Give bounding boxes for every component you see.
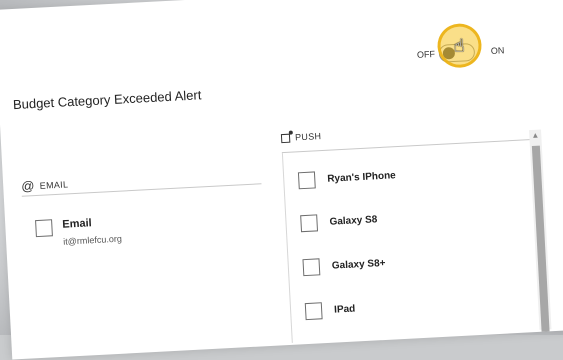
device-label: Ryan's IPhone	[327, 170, 397, 185]
push-device-item: IPad	[304, 301, 356, 321]
push-notification-icon	[280, 133, 291, 143]
email-section-header: @ EMAIL	[20, 176, 69, 194]
device-checkbox[interactable]	[302, 258, 321, 277]
push-device-item: Galaxy S8+	[302, 255, 386, 277]
device-label: Galaxy S8+	[331, 257, 386, 272]
push-section-header: PUSH	[280, 131, 322, 143]
device-checkbox[interactable]	[304, 302, 323, 321]
push-device-item: Ryan's IPhone	[297, 167, 397, 190]
toggle-off-label: OFF	[416, 48, 436, 60]
alert-title: Budget Category Exceeded Alert	[12, 87, 202, 113]
hand-pointer-cursor-icon: ☝	[452, 35, 465, 56]
at-sign-icon: @	[20, 178, 36, 194]
scroll-up-arrow-icon[interactable]: ▲	[531, 131, 539, 140]
device-checkbox[interactable]	[300, 214, 319, 233]
device-checkbox[interactable]	[297, 171, 316, 190]
toggle-on-label: ON	[490, 45, 505, 57]
email-option-label: Email	[62, 217, 92, 231]
email-option: Email it@rmlefcu.org	[35, 216, 122, 248]
email-checkbox[interactable]	[35, 219, 53, 238]
alert-settings-panel: Budget Category Exceeded Alert OFF ON ☝ …	[0, 0, 563, 360]
device-label: IPad	[333, 303, 356, 316]
email-section-label: EMAIL	[39, 178, 69, 191]
email-option-text: Email it@rmlefcu.org	[62, 216, 123, 247]
push-section-label: PUSH	[294, 131, 322, 143]
device-label: Galaxy S8	[329, 214, 378, 228]
email-address: it@rmlefcu.org	[62, 233, 123, 247]
push-device-list: Ryan's IPhone Galaxy S8 Galaxy S8+ IPad	[281, 139, 553, 343]
push-device-item: Galaxy S8	[300, 211, 378, 233]
